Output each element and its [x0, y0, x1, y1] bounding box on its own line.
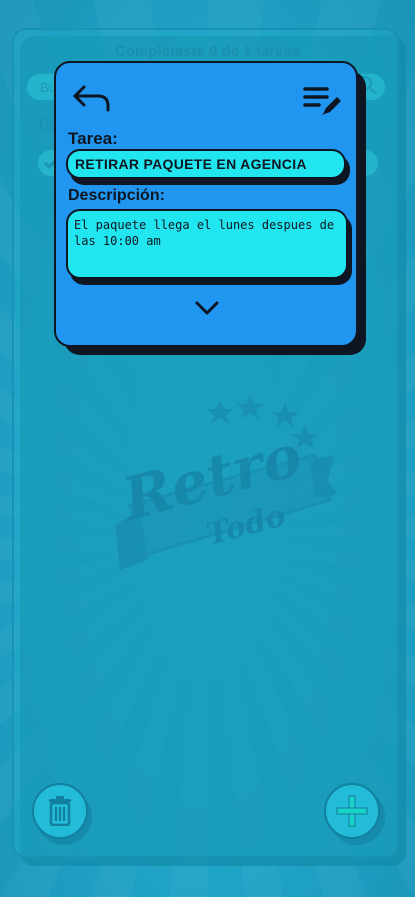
edit-list-icon[interactable] [302, 83, 342, 124]
plus-icon [336, 795, 368, 827]
task-label: Tarea: [68, 129, 118, 148]
task-title-field[interactable]: RETIRAR PAQUETE EN AGENCIA [66, 149, 346, 179]
retro-todo-logo: Retro Todo [114, 395, 338, 570]
description-field[interactable]: El paquete llega el lunes despues de las… [66, 209, 348, 279]
description-label: Descripción: [68, 187, 165, 204]
chevron-down-icon[interactable] [194, 299, 220, 322]
add-task-button[interactable] [324, 783, 380, 839]
section-title: Ta [36, 117, 54, 134]
back-arrow-icon[interactable] [72, 81, 112, 120]
delete-button[interactable] [32, 783, 88, 839]
trash-icon [49, 796, 71, 826]
task-counter: Completaste 0 de 1 tareas [114, 43, 301, 60]
task-detail-modal: Tarea: RETIRAR PAQUETE EN AGENCIA Descri… [54, 61, 358, 347]
